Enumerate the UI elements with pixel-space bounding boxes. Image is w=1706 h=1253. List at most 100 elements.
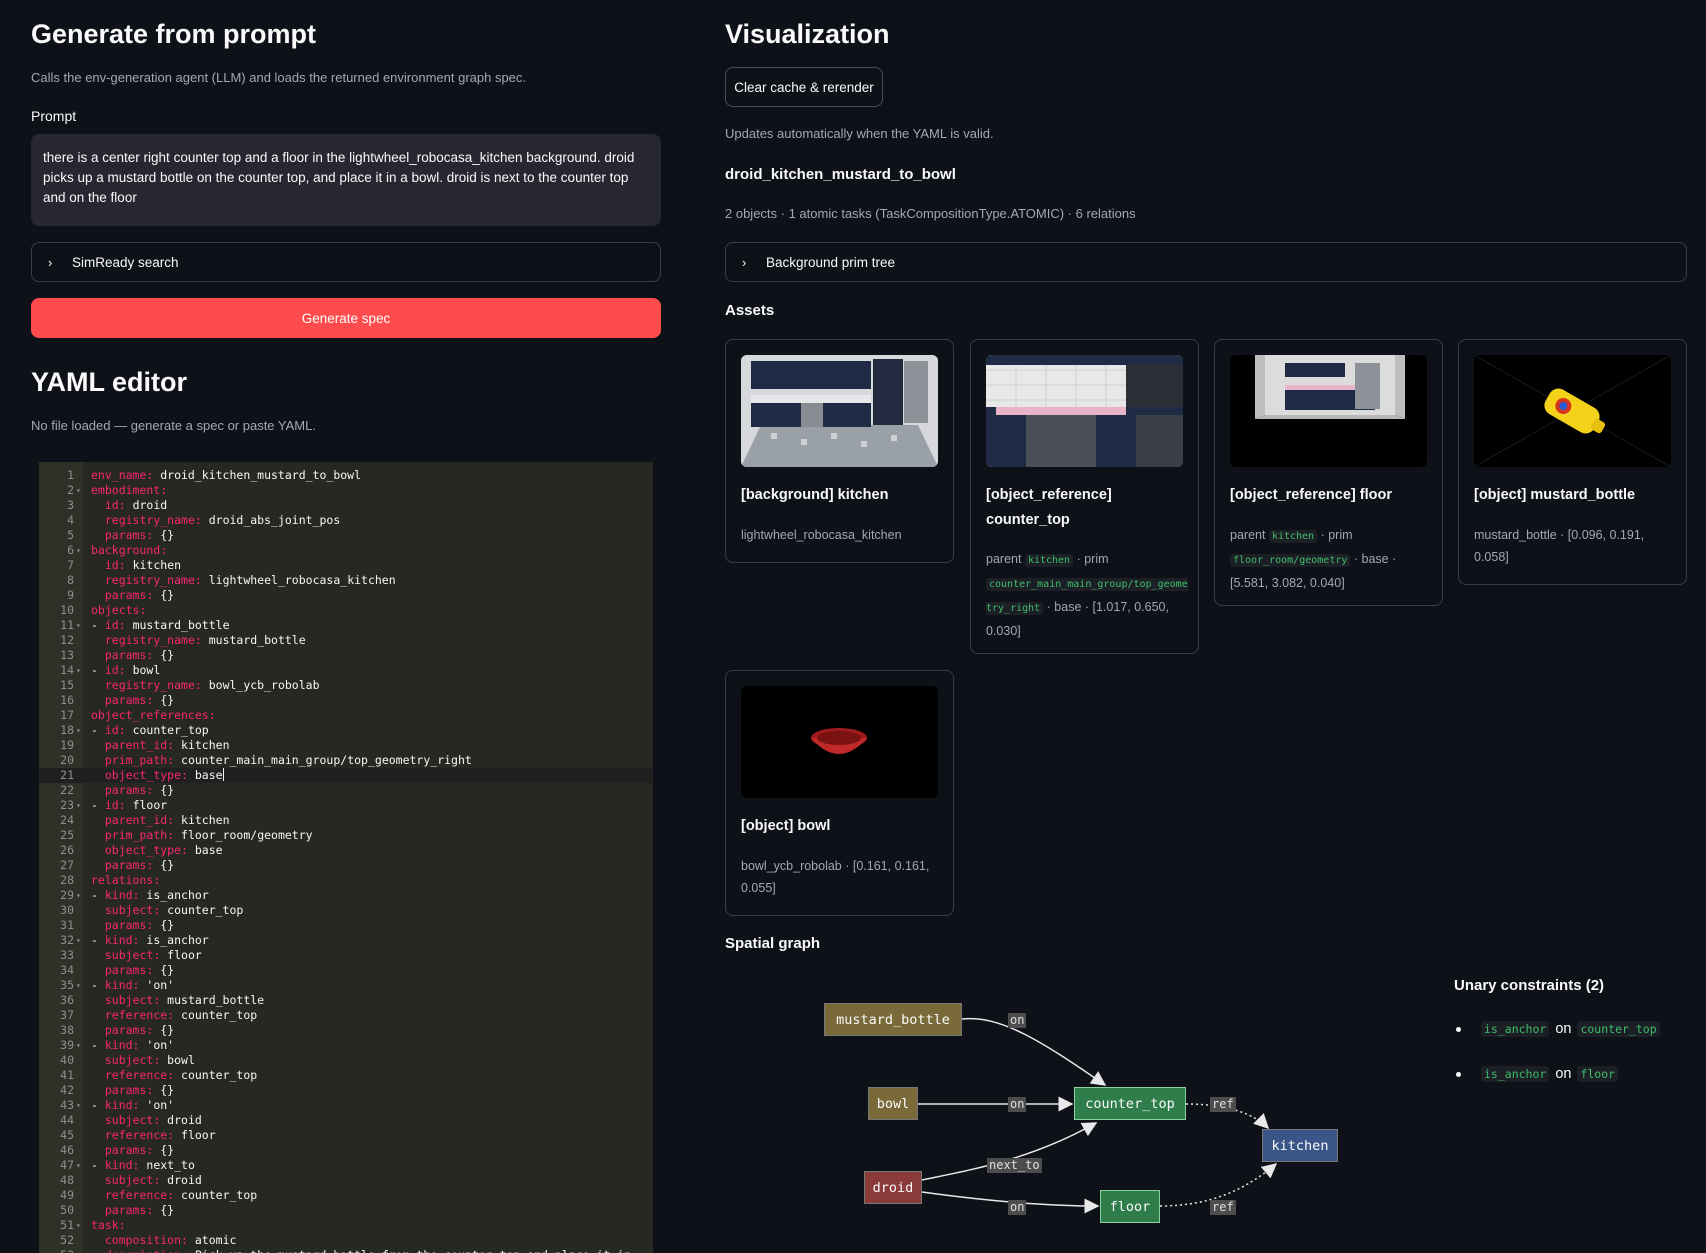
code-line[interactable]: 16 params: {} bbox=[39, 693, 653, 708]
code-line[interactable]: 36 subject: mustard_bottle bbox=[39, 993, 653, 1008]
code-line[interactable]: 23 ▾ - id: floor bbox=[39, 798, 653, 813]
yaml-value: 'on' bbox=[139, 1098, 175, 1112]
fold-toggle-icon[interactable]: ▾ bbox=[76, 888, 84, 903]
code-line[interactable]: 10 objects: bbox=[39, 603, 653, 618]
code-text: task: bbox=[91, 1218, 126, 1233]
code-line[interactable]: 46 params: {} bbox=[39, 1143, 653, 1158]
clear-cache-button[interactable]: Clear cache & rerender bbox=[725, 67, 883, 107]
code-line[interactable]: 39 ▾ - kind: 'on' bbox=[39, 1038, 653, 1053]
fold-toggle-icon[interactable]: ▾ bbox=[76, 1038, 84, 1053]
generate-spec-button[interactable]: Generate spec bbox=[31, 298, 661, 338]
simready-search-expander[interactable]: › SimReady search bbox=[31, 242, 661, 282]
code-line[interactable]: 5 params: {} bbox=[39, 528, 653, 543]
code-line[interactable]: 1 env_name: droid_kitchen_mustard_to_bowl bbox=[39, 468, 653, 483]
line-number: 50 bbox=[60, 1203, 74, 1217]
prompt-textarea[interactable]: there is a center right counter top and … bbox=[31, 134, 661, 226]
yaml-value: droid bbox=[160, 1173, 202, 1187]
fold-toggle-icon[interactable]: ▾ bbox=[76, 543, 84, 558]
fold-toggle-icon[interactable]: ▾ bbox=[76, 618, 84, 633]
fold-toggle-icon[interactable]: ▾ bbox=[76, 1248, 84, 1253]
fold-toggle-icon[interactable]: ▾ bbox=[76, 723, 84, 738]
yaml-value: is_anchor bbox=[139, 933, 209, 947]
yaml-key: subject: bbox=[104, 993, 161, 1007]
code-line[interactable]: 20 prim_path: counter_main_main_group/to… bbox=[39, 753, 653, 768]
code-line[interactable]: 21 object_type: base bbox=[39, 768, 653, 783]
fold-toggle-icon[interactable]: ▾ bbox=[76, 933, 84, 948]
fold-toggle-icon[interactable]: ▾ bbox=[76, 483, 84, 498]
code-line[interactable]: 52 composition: atomic bbox=[39, 1233, 653, 1248]
prim-tree-expander[interactable]: › Background prim tree bbox=[725, 242, 1687, 282]
code-line[interactable]: 42 params: {} bbox=[39, 1083, 653, 1098]
code-line[interactable]: 25 prim_path: floor_room/geometry bbox=[39, 828, 653, 843]
fold-toggle-icon[interactable]: ▾ bbox=[76, 1158, 84, 1173]
code-line[interactable]: 50 params: {} bbox=[39, 1203, 653, 1218]
code-line[interactable]: 32 ▾ - kind: is_anchor bbox=[39, 933, 653, 948]
code-line[interactable]: 27 params: {} bbox=[39, 858, 653, 873]
fold-toggle-icon[interactable]: ▾ bbox=[76, 798, 84, 813]
fold-toggle-icon[interactable]: ▾ bbox=[76, 1098, 84, 1113]
code-line[interactable]: 40 subject: bowl bbox=[39, 1053, 653, 1068]
code-line[interactable]: 38 params: {} bbox=[39, 1023, 653, 1038]
code-line[interactable]: 35 ▾ - kind: 'on' bbox=[39, 978, 653, 993]
code-line[interactable]: 2 ▾ embodiment: bbox=[39, 483, 653, 498]
node-bowl[interactable]: bowl bbox=[868, 1087, 918, 1120]
code-line[interactable]: 15 registry_name: bowl_ycb_robolab bbox=[39, 678, 653, 693]
yaml-value: {} bbox=[153, 963, 175, 977]
yaml-key: id: bbox=[104, 498, 126, 512]
node-floor[interactable]: floor bbox=[1100, 1190, 1160, 1223]
code-line[interactable]: 29 ▾ - kind: is_anchor bbox=[39, 888, 653, 903]
yaml-value: counter_top bbox=[174, 1188, 258, 1202]
node-mustard-bottle[interactable]: mustard_bottle bbox=[824, 1003, 962, 1036]
chevron-right-icon: › bbox=[48, 254, 53, 270]
code-line[interactable]: 45 reference: floor bbox=[39, 1128, 653, 1143]
code-line[interactable]: 6 ▾ background: bbox=[39, 543, 653, 558]
code-line[interactable]: 3 id: droid bbox=[39, 498, 653, 513]
code-line[interactable]: 9 params: {} bbox=[39, 588, 653, 603]
code-line[interactable]: 26 object_type: base bbox=[39, 843, 653, 858]
node-kitchen[interactable]: kitchen bbox=[1262, 1129, 1338, 1162]
yaml-code-editor[interactable]: 1 env_name: droid_kitchen_mustard_to_bowl… bbox=[39, 462, 653, 1253]
floor-thumbnail bbox=[1230, 355, 1427, 467]
code-line[interactable]: 14 ▾ - id: bowl bbox=[39, 663, 653, 678]
node-counter-top[interactable]: counter_top bbox=[1074, 1087, 1186, 1120]
code-line[interactable]: 48 subject: droid bbox=[39, 1173, 653, 1188]
asset-title: [object] mustard_bottle bbox=[1474, 487, 1636, 503]
code-line[interactable]: 28 relations: bbox=[39, 873, 653, 888]
code-line[interactable]: 47 ▾ - kind: next_to bbox=[39, 1158, 653, 1173]
code-line[interactable]: 19 parent_id: kitchen bbox=[39, 738, 653, 753]
code-line[interactable]: 18 ▾ - id: counter_top bbox=[39, 723, 653, 738]
code-line[interactable]: 24 parent_id: kitchen bbox=[39, 813, 653, 828]
yaml-value: counter_main_main_group/top_geometry_rig… bbox=[174, 753, 472, 767]
fold-toggle-icon[interactable]: ▾ bbox=[76, 978, 84, 993]
fold-toggle-icon[interactable]: ▾ bbox=[76, 663, 84, 678]
fold-toggle-icon[interactable]: ▾ bbox=[76, 1218, 84, 1233]
code-line[interactable]: 53▾ description: Pick up the mustard bot… bbox=[39, 1248, 653, 1253]
code-line[interactable]: 49 reference: counter_top bbox=[39, 1188, 653, 1203]
code-line[interactable]: 11 ▾ - id: mustard_bottle bbox=[39, 618, 653, 633]
code-line[interactable]: 8 registry_name: lightwheel_robocasa_kit… bbox=[39, 573, 653, 588]
code-line[interactable]: 51 ▾ task: bbox=[39, 1218, 653, 1233]
node-droid[interactable]: droid bbox=[864, 1171, 922, 1204]
code-line[interactable]: 43 ▾ - kind: 'on' bbox=[39, 1098, 653, 1113]
code-line[interactable]: 13 params: {} bbox=[39, 648, 653, 663]
code-line[interactable]: 31 params: {} bbox=[39, 918, 653, 933]
code-line[interactable]: 33 subject: floor bbox=[39, 948, 653, 963]
code-line[interactable]: 41 reference: counter_top bbox=[39, 1068, 653, 1083]
code-line[interactable]: 44 subject: droid bbox=[39, 1113, 653, 1128]
line-number: 24 bbox=[60, 813, 74, 827]
code-line[interactable]: 37 reference: counter_top bbox=[39, 1008, 653, 1023]
code-line[interactable]: 30 subject: counter_top bbox=[39, 903, 653, 918]
line-number: 18 bbox=[60, 723, 74, 737]
code-text: subject: bowl bbox=[91, 1053, 195, 1068]
code-line[interactable]: 34 params: {} bbox=[39, 963, 653, 978]
code-text: parent_id: kitchen bbox=[91, 813, 230, 828]
code-line[interactable]: 4 registry_name: droid_abs_joint_pos bbox=[39, 513, 653, 528]
code-line[interactable]: 17 object_references: bbox=[39, 708, 653, 723]
code-line[interactable]: 22 params: {} bbox=[39, 783, 653, 798]
code-line[interactable]: 7 id: kitchen bbox=[39, 558, 653, 573]
code-line[interactable]: 12 registry_name: mustard_bottle bbox=[39, 633, 653, 648]
